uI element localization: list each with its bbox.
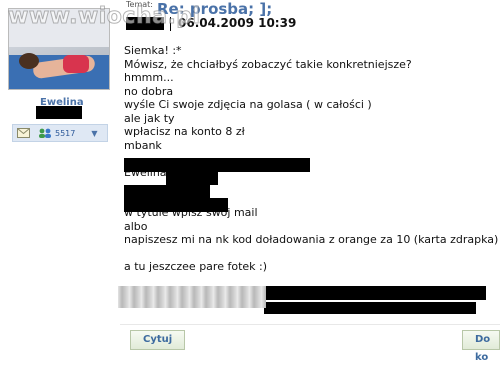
redaction-bar — [264, 286, 486, 300]
redaction-bar — [36, 106, 82, 119]
body-line: a tu jeszczee pare fotek :) — [124, 260, 268, 273]
redaction-bar — [124, 185, 210, 198]
body-line — [124, 247, 494, 261]
blurred-photo-links — [118, 286, 266, 308]
quote-button[interactable]: Cytuj — [130, 330, 186, 350]
redaction-bar — [166, 172, 218, 185]
body-line: no dobra — [124, 84, 174, 98]
body-line: ale jak ty — [124, 111, 175, 125]
next-button[interactable]: Do ko — [462, 330, 500, 363]
redaction-bar — [124, 198, 228, 212]
body-line: mbank — [124, 138, 162, 152]
redaction-bar — [124, 158, 310, 172]
body-line: wpłacisz na konto 8 zł — [124, 125, 245, 138]
post-count: 5517 — [55, 128, 76, 138]
body-line: Siemka! :* — [124, 44, 182, 57]
body-line: hmmm... — [124, 71, 174, 84]
body-line: napiszesz mi na nk kod doładowania z ora… — [124, 233, 499, 246]
divider — [120, 324, 500, 325]
watermark-logo: www.wiocha.pl — [8, 4, 201, 30]
user-action-bar: 5517 ▼ — [12, 124, 108, 142]
redaction-bar — [264, 302, 476, 314]
envelope-icon[interactable] — [17, 128, 30, 138]
body-line: Mówisz, że chciałbyś zobaczyć takie konk… — [124, 57, 412, 71]
chevron-down-icon[interactable]: ▼ — [91, 129, 97, 138]
body-line: wyśle Ci swoje zdjęcia na golasa ( w cał… — [124, 98, 372, 111]
body-line: albo — [124, 219, 148, 233]
friends-icon[interactable] — [38, 128, 52, 138]
